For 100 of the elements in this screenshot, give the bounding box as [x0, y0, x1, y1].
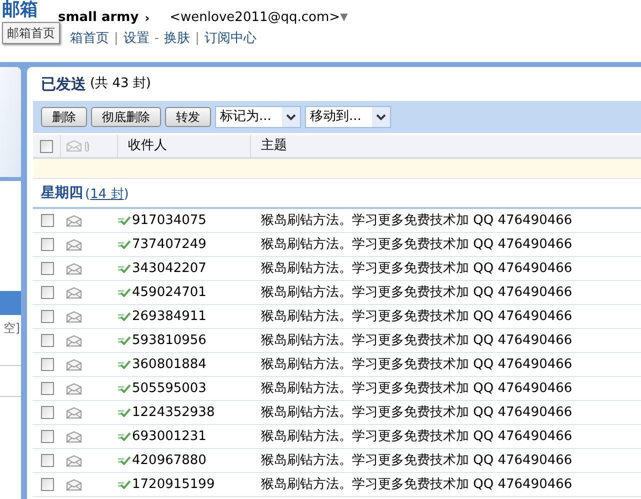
group-paren: ) — [124, 186, 129, 204]
checkbox[interactable] — [40, 238, 54, 251]
toolbar-button[interactable]: 彻底删除 — [91, 107, 161, 127]
sent-check-icon — [118, 456, 131, 465]
user-name: small army — [58, 9, 139, 27]
subject-cell-text: 猴岛刷钻方法。学习更多免费技术加 QQ 476490466 — [261, 308, 572, 326]
group-count-link[interactable]: 14 封 — [90, 184, 124, 204]
subject-cell-text: 猴岛刷钻方法。学习更多免费技术加 QQ 476490466 — [261, 260, 572, 278]
mail-row[interactable]: 360801884 猴岛刷钻方法。学习更多免费技术加 QQ 476490466 — [33, 353, 641, 377]
checkbox[interactable] — [40, 140, 53, 152]
dropdown[interactable]: 移动到... — [305, 106, 391, 128]
envelope-icon — [66, 478, 82, 490]
checkbox[interactable] — [40, 310, 54, 323]
subject-cell-text: 猴岛刷钻方法。学习更多免费技术加 QQ 476490466 — [261, 332, 572, 350]
mail-row[interactable]: 593810956 猴岛刷钻方法。学习更多免费技术加 QQ 476490466 — [33, 329, 641, 353]
checkbox[interactable] — [40, 478, 54, 491]
dropdown[interactable]: 标记为... — [215, 106, 301, 128]
envelope-icon — [66, 140, 82, 152]
envelope-icon — [66, 382, 82, 394]
group-paren: ( — [85, 186, 90, 204]
column-header[interactable]: 收件人 — [118, 135, 251, 157]
paperclip-icon — [84, 140, 90, 152]
envelope-icon — [66, 310, 82, 322]
envelope-icon — [66, 358, 82, 370]
envelope-icon — [66, 334, 82, 346]
tooltip: 邮箱首页 — [2, 22, 60, 44]
subject-cell-text: 猴岛刷钻方法。学习更多免费技术加 QQ 476490466 — [261, 476, 572, 494]
sent-check-icon — [118, 288, 131, 297]
checkbox[interactable] — [40, 382, 54, 395]
envelope-icon — [66, 454, 82, 466]
email-caret[interactable]: ▼ — [340, 10, 348, 26]
chevron-down-icon — [282, 107, 300, 127]
envelope-icon — [66, 238, 82, 250]
checkbox[interactable] — [40, 214, 54, 227]
subject-cell-text: 猴岛刷钻方法。学习更多免费技术加 QQ 476490466 — [261, 356, 572, 374]
chevron-down-icon — [372, 107, 390, 127]
mail-row[interactable]: 459024701 猴岛刷钻方法。学习更多免费技术加 QQ 476490466 — [33, 281, 641, 305]
recipient-cell-text: 360801884 — [132, 356, 206, 374]
checkbox[interactable] — [40, 406, 54, 419]
mail-row[interactable]: 1720915199 猴岛刷钻方法。学习更多免费技术加 QQ 476490466 — [33, 473, 641, 497]
checkbox[interactable] — [40, 430, 54, 443]
mail-row[interactable]: 420967880 猴岛刷钻方法。学习更多免费技术加 QQ 476490466 — [33, 449, 641, 473]
sent-check-icon — [118, 384, 131, 393]
nav-separator: | — [114, 30, 118, 48]
recipient-cell-text: 269384911 — [132, 308, 206, 326]
subject-cell-text: 猴岛刷钻方法。学习更多免费技术加 QQ 476490466 — [261, 404, 572, 422]
nav-link[interactable]: 设置 — [123, 29, 150, 48]
folder-title: 已发送 — [41, 74, 86, 95]
mail-row[interactable]: 505595003 猴岛刷钻方法。学习更多免费技术加 QQ 476490466 — [33, 377, 641, 401]
mail-row[interactable]: 693001231 猴岛刷钻方法。学习更多免费技术加 QQ 476490466 — [33, 425, 641, 449]
checkbox[interactable] — [40, 454, 54, 467]
sidebar-text: 空] — [3, 320, 20, 337]
sent-check-icon — [118, 360, 131, 369]
recipient-cell-text: 343042207 — [132, 260, 206, 278]
nav-link[interactable]: 箱首页 — [70, 29, 109, 48]
mail-row[interactable]: 269384911 猴岛刷钻方法。学习更多免费技术加 QQ 476490466 — [33, 305, 641, 329]
subject-cell-text: 猴岛刷钻方法。学习更多免费技术加 QQ 476490466 — [261, 212, 572, 230]
nav-link[interactable]: 订阅中心 — [204, 29, 256, 48]
envelope-icon — [66, 262, 82, 274]
envelope-icon — [66, 430, 82, 442]
toolbar-button[interactable]: 删除 — [41, 107, 87, 127]
sent-check-icon — [118, 240, 131, 249]
nav-separator: - — [154, 30, 160, 48]
nav-link[interactable]: 换肤 — [164, 29, 190, 48]
checkbox[interactable] — [40, 286, 54, 299]
subject-cell-text: 猴岛刷钻方法。学习更多免费技术加 QQ 476490466 — [261, 284, 572, 302]
recipient-cell-text: 737407249 — [132, 236, 206, 254]
checkbox[interactable] — [40, 334, 54, 347]
email-address: <wenlove2011@qq.com> — [170, 9, 340, 27]
envelope-icon — [66, 214, 82, 226]
sent-check-icon — [118, 408, 131, 417]
envelope-icon — [66, 406, 82, 418]
subject-cell-text: 猴岛刷钻方法。学习更多免费技术加 QQ 476490466 — [261, 380, 572, 398]
toolbar-button[interactable]: 转发 — [165, 107, 211, 127]
logo-text[interactable]: 邮箱 — [2, 0, 38, 20]
folder-count: (共 43 封) — [90, 75, 151, 94]
recipient-cell-text: 505595003 — [132, 380, 206, 398]
checkbox[interactable] — [40, 262, 54, 275]
subject-cell-text: 猴岛刷钻方法。学习更多免费技术加 QQ 476490466 — [261, 236, 572, 254]
recipient-cell-text: 593810956 — [132, 332, 206, 350]
column-header[interactable]: 主题 — [251, 136, 287, 156]
mail-row[interactable]: 917034075 猴岛刷钻方法。学习更多免费技术加 QQ 476490466 — [33, 209, 641, 233]
recipient-cell-text: 459024701 — [132, 284, 206, 302]
checkbox[interactable] — [40, 358, 54, 371]
recipient-cell-text: 693001231 — [132, 428, 206, 446]
sent-check-icon — [118, 312, 131, 321]
mail-row[interactable]: 737407249 猴岛刷钻方法。学习更多免费技术加 QQ 476490466 — [33, 233, 641, 257]
envelope-icon — [66, 286, 82, 298]
group-title: 星期四 — [41, 184, 83, 203]
mail-row[interactable]: 1224352938 猴岛刷钻方法。学习更多免费技术加 QQ 476490466 — [33, 401, 641, 425]
sent-check-icon — [118, 216, 131, 225]
nav-separator: | — [195, 30, 200, 48]
recipient-cell-text: 917034075 — [132, 212, 206, 230]
sent-check-icon — [118, 264, 131, 273]
subject-cell-text: 猴岛刷钻方法。学习更多免费技术加 QQ 476490466 — [261, 428, 572, 446]
mail-row[interactable]: 343042207 猴岛刷钻方法。学习更多免费技术加 QQ 476490466 — [33, 257, 641, 281]
sent-check-icon — [118, 480, 131, 489]
user-caret[interactable]: › — [144, 8, 150, 27]
recipient-cell-text: 420967880 — [132, 452, 206, 470]
subject-cell-text: 猴岛刷钻方法。学习更多免费技术加 QQ 476490466 — [261, 452, 572, 470]
